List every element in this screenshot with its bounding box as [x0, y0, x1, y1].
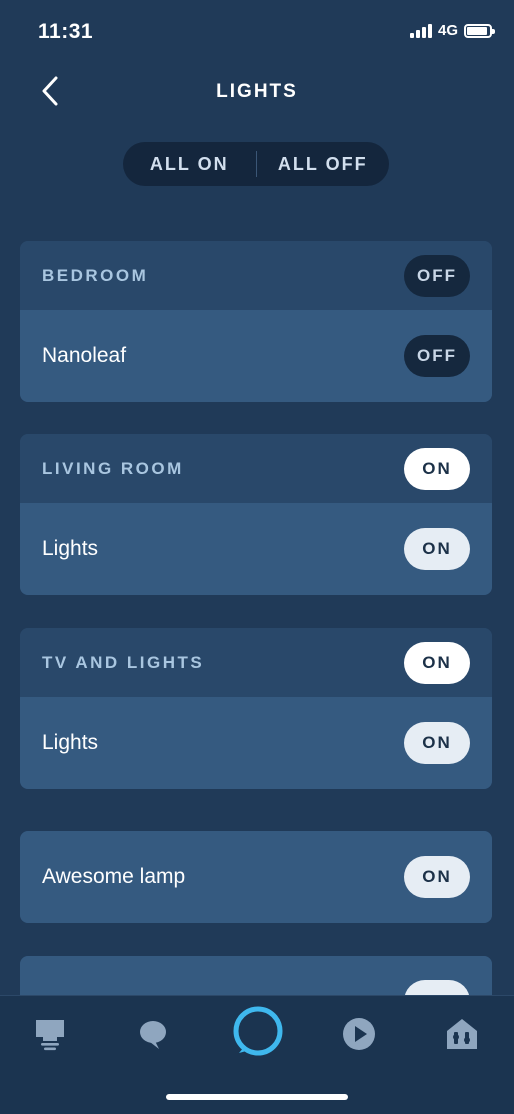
network-type: 4G — [437, 22, 458, 39]
device-name: Awesome lamp — [42, 865, 186, 888]
device-row[interactable]: Awesome lamp ON — [20, 831, 492, 923]
status-indicators: 4G — [409, 22, 495, 39]
group-tv-and-lights: TV AND LIGHTS ON Lights ON — [20, 628, 492, 789]
tab-devices[interactable] — [26, 1010, 74, 1058]
group-living-room: LIVING ROOM ON Lights ON — [20, 434, 492, 595]
alexa-icon — [233, 1006, 283, 1056]
device-power-toggle[interactable]: ON — [404, 528, 470, 570]
device-power-toggle[interactable]: OFF — [404, 335, 470, 377]
status-bar: 11:31 4G — [0, 0, 514, 62]
device-row[interactable]: Lights ON — [20, 697, 492, 789]
communicate-icon — [140, 1021, 166, 1049]
device-name: Nanoleaf — [42, 344, 127, 367]
group-header: BEDROOM OFF — [20, 241, 492, 310]
battery-icon — [464, 23, 495, 38]
all-toggle-control: ALL ON ALL OFF — [123, 142, 389, 186]
device-name: Lights — [42, 731, 99, 754]
smart-home-icon — [447, 1019, 477, 1049]
home-indicator[interactable] — [166, 1094, 348, 1100]
group-name: TV AND LIGHTS — [42, 652, 205, 672]
device-power-toggle[interactable]: ON — [404, 722, 470, 764]
cellular-signal-icon — [409, 23, 432, 38]
group-power-toggle[interactable]: ON — [404, 641, 470, 684]
devices-icon — [36, 1020, 64, 1051]
play-icon — [343, 1018, 375, 1050]
group-bedroom: BEDROOM OFF Nanoleaf OFF — [20, 241, 492, 402]
group-power-toggle[interactable]: OFF — [404, 254, 470, 297]
all-off-button[interactable]: ALL OFF — [257, 142, 390, 186]
device-power-toggle[interactable]: ON — [404, 856, 470, 898]
page-title: LIGHTS — [216, 81, 298, 102]
tab-smart-home[interactable] — [438, 1010, 486, 1058]
tab-play[interactable] — [335, 1010, 383, 1058]
tab-alexa[interactable] — [231, 1004, 285, 1058]
group-header: LIVING ROOM ON — [20, 434, 492, 503]
tab-communicate[interactable] — [129, 1010, 177, 1058]
all-on-button[interactable]: ALL ON — [123, 142, 256, 186]
group-header: TV AND LIGHTS ON — [20, 628, 492, 697]
group-name: BEDROOM — [42, 265, 149, 285]
device-name: Lights — [42, 537, 99, 560]
group-power-toggle[interactable]: ON — [404, 447, 470, 490]
standalone-device-card: Awesome lamp ON — [20, 831, 492, 923]
device-row[interactable]: Nanoleaf OFF — [20, 310, 492, 402]
status-time: 11:31 — [38, 20, 94, 43]
device-row[interactable]: Lights ON — [20, 503, 492, 595]
group-name: LIVING ROOM — [42, 458, 184, 478]
